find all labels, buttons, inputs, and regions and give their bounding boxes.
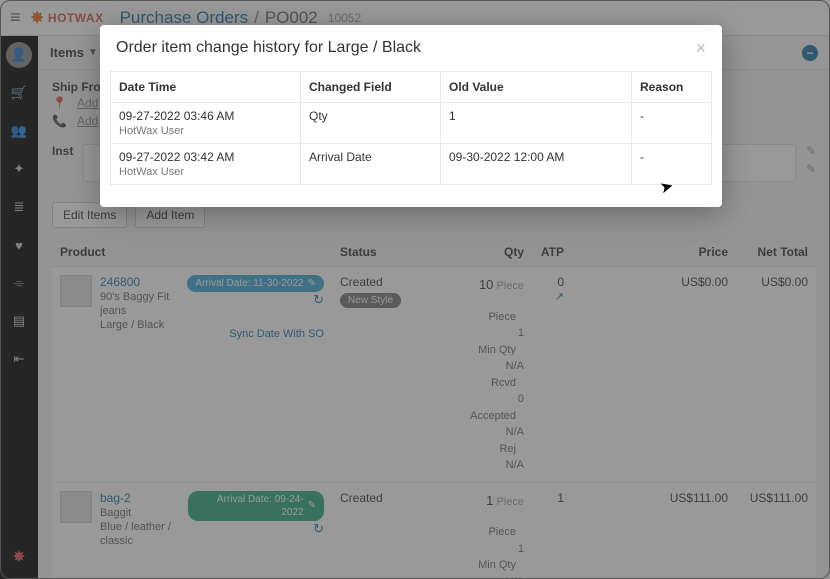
history-user: HotWax User (119, 125, 184, 137)
col-changed-field: Changed Field (301, 72, 441, 103)
col-date-time: Date Time (111, 72, 301, 103)
history-row: 09-27-2022 03:46 AM HotWax User Qty 1 - (111, 103, 712, 144)
history-field: Qty (309, 109, 328, 123)
history-user: HotWax User (119, 166, 184, 178)
modal-title: Order item change history for Large / Bl… (116, 39, 421, 57)
history-dt: 09-27-2022 03:42 AM (119, 150, 234, 164)
history-old: 1 (449, 109, 456, 123)
history-table: Date Time Changed Field Old Value Reason… (110, 71, 712, 185)
history-dt: 09-27-2022 03:46 AM (119, 109, 234, 123)
col-old-value: Old Value (441, 72, 632, 103)
close-icon[interactable]: × (695, 39, 706, 57)
history-reason: - (640, 150, 644, 164)
change-history-modal: Order item change history for Large / Bl… (100, 25, 722, 207)
history-reason: - (640, 109, 644, 123)
history-field: Arrival Date (309, 150, 372, 164)
history-row: 09-27-2022 03:42 AM HotWax User Arrival … (111, 144, 712, 185)
col-reason: Reason (632, 72, 712, 103)
history-old: 09-30-2022 12:00 AM (449, 150, 564, 164)
